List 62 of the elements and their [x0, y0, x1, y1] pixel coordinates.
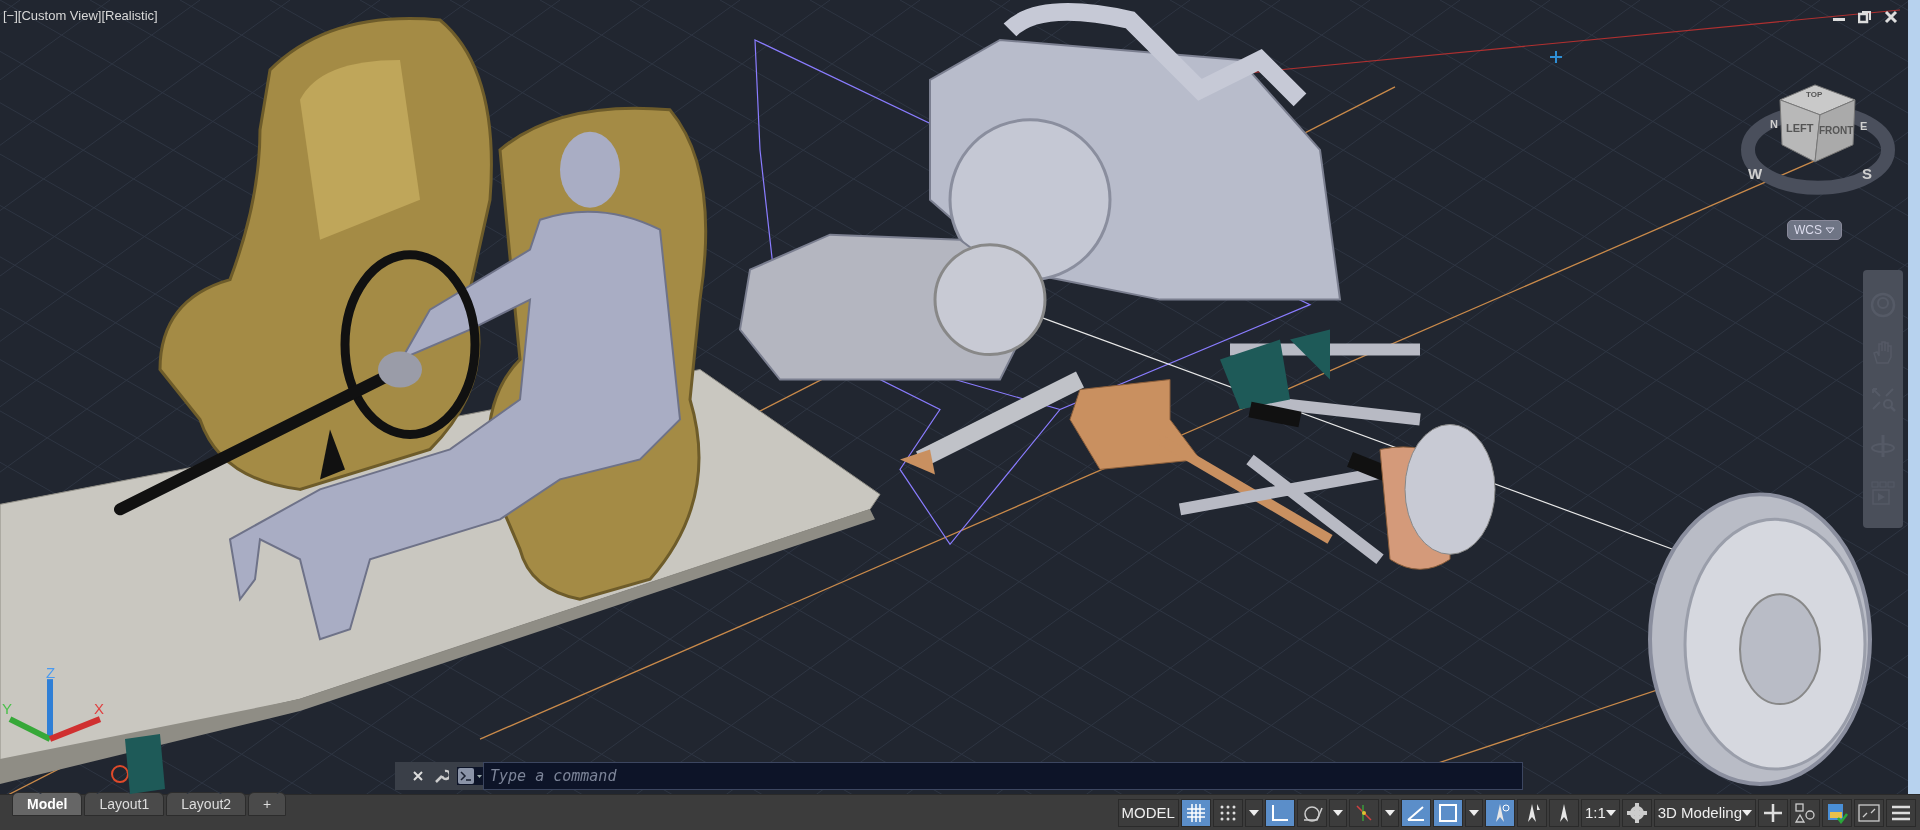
caret-icon — [1468, 809, 1479, 816]
annotation-visibility-toggle[interactable] — [1484, 798, 1515, 827]
layout-tab[interactable]: Model — [12, 792, 83, 816]
layout-tab[interactable]: Layout1 — [84, 792, 165, 816]
plus-icon — [1762, 801, 1784, 824]
command-input-field[interactable]: Type a command — [483, 762, 1523, 790]
wrench-icon[interactable] — [433, 768, 449, 784]
compass-direction-label[interactable]: N — [1770, 118, 1778, 130]
scrollbar[interactable] — [1908, 0, 1920, 794]
close-icon[interactable] — [411, 769, 425, 783]
axis-label: Z — [46, 664, 56, 681]
grid-toggle[interactable] — [1180, 798, 1211, 827]
view-cube-face-label[interactable]: TOP — [1806, 90, 1823, 99]
command-prompt-icon[interactable] — [457, 767, 483, 785]
caret-icon — [1605, 809, 1616, 816]
view-cube-face-label[interactable]: FRONT — [1819, 125, 1854, 136]
layout-tab[interactable]: Layout2 — [166, 792, 247, 816]
caret-icon — [1384, 809, 1395, 816]
add-button[interactable] — [1758, 798, 1788, 827]
settings-button[interactable] — [1621, 798, 1652, 827]
view-cube-face-label[interactable]: LEFT — [1786, 122, 1814, 134]
small-ucs-marker-icon — [1549, 49, 1563, 64]
layout-tab[interactable]: + — [248, 792, 287, 816]
hardware-acceleration-button[interactable] — [1822, 798, 1852, 827]
annotation-scale-button[interactable] — [1548, 798, 1579, 827]
dropdown-caret[interactable] — [1328, 798, 1347, 827]
coordinate-system-dropdown[interactable]: WCS — [1787, 220, 1843, 240]
autoscale-toggle[interactable] — [1516, 798, 1547, 827]
caret-icon — [1332, 809, 1343, 816]
restore-icon[interactable] — [1858, 10, 1872, 24]
snap-toggle[interactable] — [1212, 798, 1243, 827]
dropdown-caret[interactable] — [1380, 798, 1399, 827]
fullscreen-icon — [1858, 801, 1880, 824]
model-space-button[interactable]: MODEL — [1117, 798, 1179, 827]
scale-dropdown[interactable]: 1:1 — [1580, 798, 1620, 827]
workspace-dropdown[interactable]: 3D Modeling — [1653, 798, 1756, 827]
monitor-check-icon — [1826, 801, 1848, 824]
axis-label: Y — [2, 700, 12, 717]
polar-tracking-toggle[interactable] — [1296, 798, 1327, 827]
dropdown-caret[interactable] — [1244, 798, 1263, 827]
object-snap-toggle[interactable] — [1348, 798, 1379, 827]
shapes-icon — [1794, 801, 1816, 824]
viewport-label[interactable]: [−][Custom View][Realistic] — [3, 8, 158, 23]
close-icon[interactable] — [1884, 10, 1898, 24]
selection-cycling-toggle[interactable] — [1432, 798, 1463, 827]
ortho-toggle[interactable] — [1264, 798, 1295, 827]
compass-direction-label[interactable]: S — [1862, 165, 1872, 182]
square-icon — [1436, 801, 1459, 824]
caret-icon — [1248, 809, 1259, 816]
settings-icon — [1625, 801, 1648, 824]
grid-icon — [1184, 801, 1207, 824]
dropdown-caret[interactable] — [1464, 798, 1483, 827]
compass-direction-label[interactable]: W — [1748, 165, 1763, 182]
caret-icon — [1825, 227, 1836, 234]
compass-direction-label[interactable]: E — [1860, 120, 1868, 132]
fullscreen-button[interactable] — [1854, 798, 1884, 827]
axis-label: X — [94, 700, 104, 717]
dynamic-ucs-toggle[interactable] — [1400, 798, 1431, 827]
ucs-origin-marker-drawing — [111, 734, 165, 794]
caret-icon — [1742, 809, 1752, 816]
isolate-objects-button[interactable] — [1790, 798, 1820, 827]
menu-button[interactable] — [1886, 798, 1916, 827]
